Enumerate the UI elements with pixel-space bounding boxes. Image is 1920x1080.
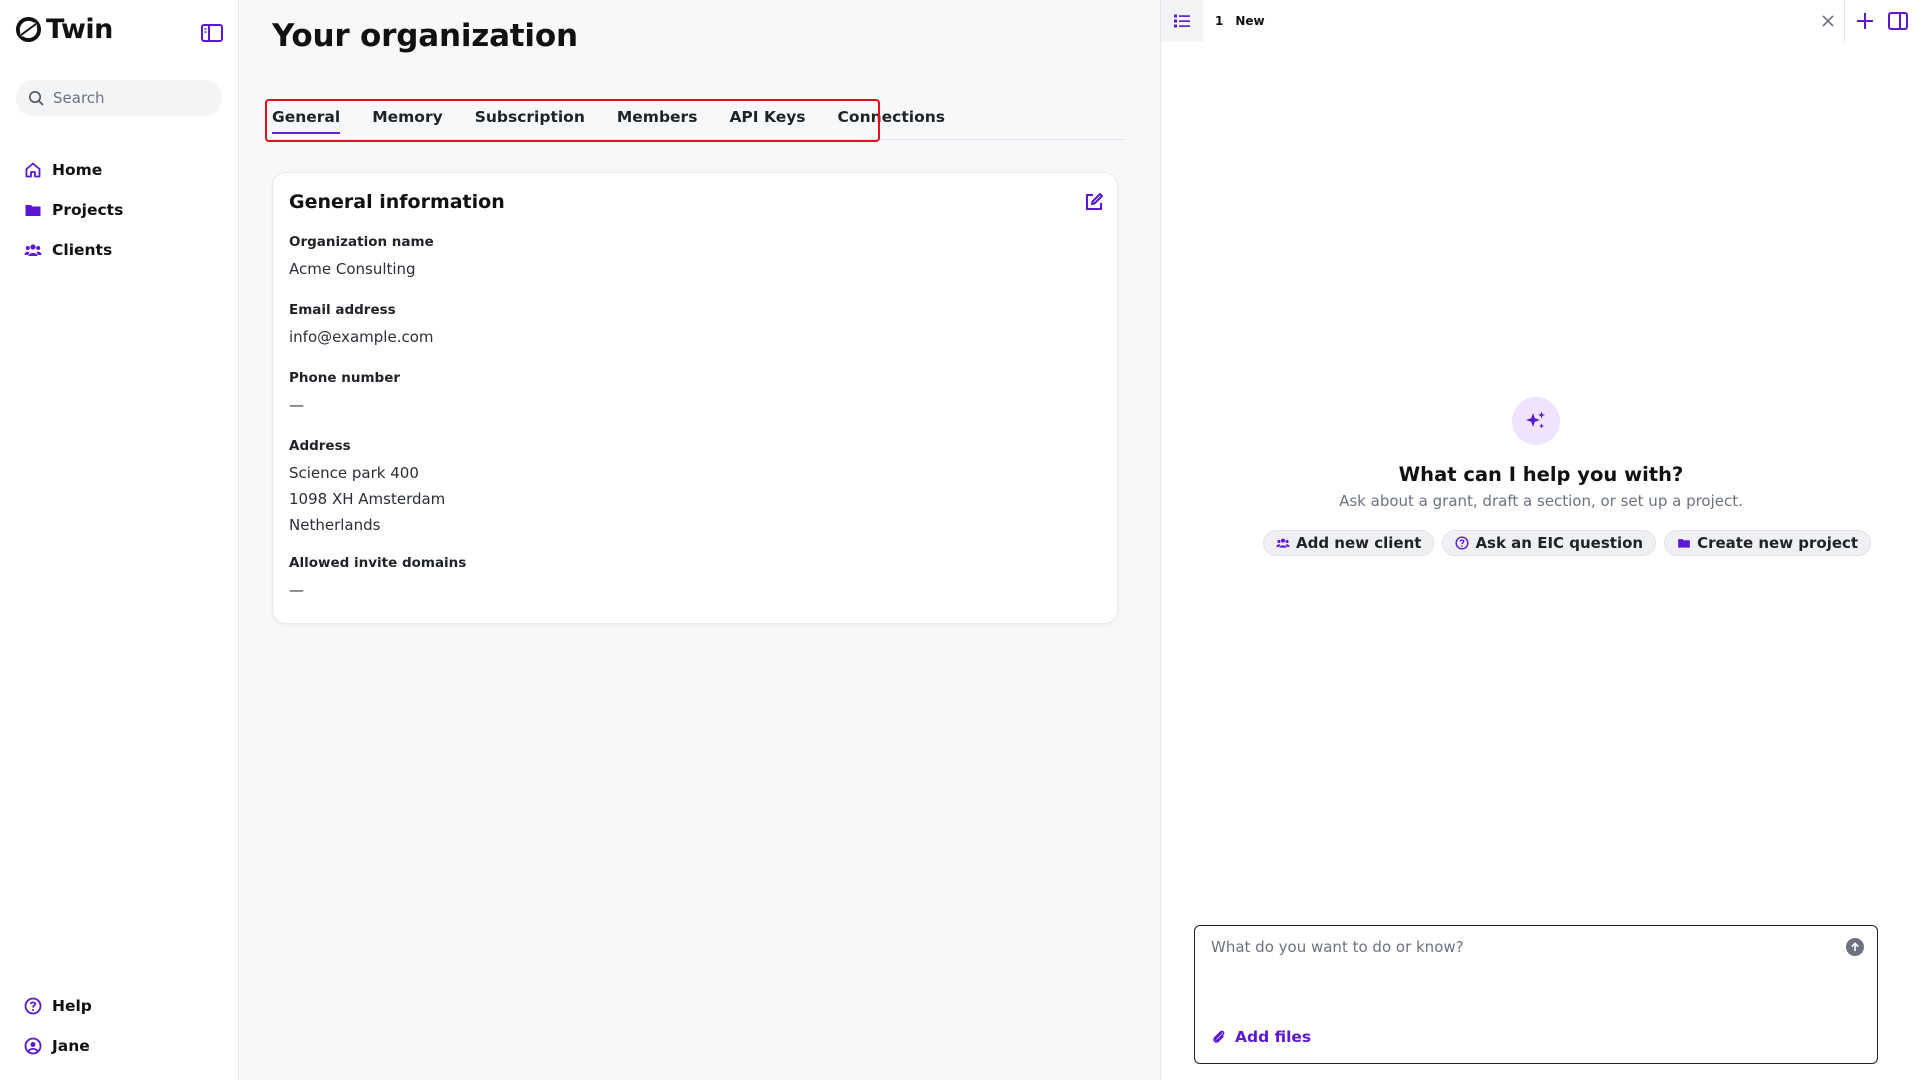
field-address: Address Science park 400 1098 XH Amsterd… [289, 438, 445, 538]
app-logo[interactable]: Twin [15, 16, 113, 43]
sidebar-item-help[interactable]: Help [24, 986, 92, 1026]
tab-general[interactable]: General [272, 100, 341, 136]
sidebar-nav: Home Projects Clients [24, 150, 123, 270]
split-panel-icon[interactable] [1887, 10, 1909, 32]
field-label: Address [289, 438, 351, 454]
arrow-up-icon [1851, 942, 1859, 951]
tab-members[interactable]: Members [617, 100, 698, 136]
paperclip-icon [1213, 1030, 1225, 1043]
address-line: Netherlands [289, 516, 381, 534]
conversation-tab[interactable]: 1 New [1215, 14, 1265, 28]
card-title: General information [289, 191, 505, 213]
search-input[interactable] [53, 89, 203, 107]
message-input[interactable] [1211, 938, 1821, 1008]
sidebar-item-projects[interactable]: Projects [24, 190, 123, 230]
folder-icon [25, 205, 41, 216]
sidebar-item-label: Help [52, 997, 92, 1015]
panel-toolbar: 1 New [1161, 0, 1920, 42]
page-title: Your organization [272, 18, 578, 54]
chip-label: Ask an EIC question [1475, 534, 1644, 552]
field-value: Acme Consulting [289, 260, 416, 278]
chip-add-new-client[interactable]: Add new client [1263, 530, 1435, 556]
tab-connections[interactable]: Connections [838, 100, 945, 136]
field-label: Email address [289, 302, 396, 318]
field-label: Allowed invite domains [289, 555, 467, 571]
tab-list: General Memory Subscription Members API … [272, 100, 977, 136]
sidebar-item-user[interactable]: Jane [24, 1026, 92, 1066]
field-value: — [289, 581, 304, 599]
field-organization-name: Organization name Acme Consulting [289, 234, 434, 282]
folder-icon [1678, 539, 1690, 548]
chip-label: Create new project [1697, 534, 1859, 552]
sidebar-item-label: Clients [52, 241, 113, 259]
sidebar: Twin Home Projects [0, 0, 239, 1080]
chip-ask-eic-question[interactable]: Ask an EIC question [1442, 530, 1657, 556]
assistant-heading: What can I help you with? [1398, 463, 1684, 486]
conversation-list-button[interactable] [1161, 0, 1203, 42]
address-lines: Science park 400 1098 XH Amsterdam Nethe… [289, 460, 445, 538]
sparkles-icon [1512, 397, 1560, 445]
suggestion-chips: Add new client Ask an EIC question Creat… [1263, 530, 1872, 556]
main-content: Your organization General Memory Subscri… [240, 0, 1160, 1080]
address-line: 1098 XH Amsterdam [289, 490, 446, 508]
tab-subscription[interactable]: Subscription [475, 100, 585, 136]
add-files-button[interactable]: Add files [1211, 1028, 1311, 1046]
send-button[interactable] [1846, 938, 1864, 956]
assistant-subheading: Ask about a grant, draft a section, or s… [1339, 492, 1743, 510]
help-icon [24, 997, 42, 1015]
search-box[interactable] [16, 80, 222, 116]
user-icon [24, 1037, 42, 1055]
sidebar-item-label: Jane [52, 1037, 90, 1055]
general-info-card: General information Organization name Ac… [272, 172, 1118, 624]
sidebar-item-label: Home [52, 161, 103, 179]
home-icon [25, 162, 41, 178]
assistant-panel: 1 New What can I help you with? Ask abou… [1160, 0, 1920, 1080]
conversation-tab-label: New [1235, 14, 1265, 28]
plus-icon[interactable] [1853, 9, 1877, 33]
question-icon [1455, 536, 1469, 550]
twin-logo-icon [15, 16, 42, 43]
message-composer: Add files [1194, 925, 1878, 1064]
close-icon[interactable] [1819, 12, 1837, 30]
add-files-label: Add files [1235, 1028, 1312, 1046]
tab-api-keys[interactable]: API Keys [729, 100, 805, 136]
sidebar-item-home[interactable]: Home [24, 150, 123, 190]
edit-icon[interactable] [1083, 191, 1105, 213]
tab-memory[interactable]: Memory [372, 100, 442, 136]
address-line: Science park 400 [289, 464, 419, 482]
field-label: Phone number [289, 370, 401, 386]
users-icon [1276, 538, 1290, 548]
field-email: Email address info@example.com [289, 302, 434, 350]
field-value: info@example.com [289, 328, 434, 346]
field-invite-domains: Allowed invite domains — [289, 555, 466, 603]
sidebar-toggle-icon[interactable] [200, 22, 224, 44]
tabs-bar: General Memory Subscription Members API … [272, 98, 1126, 140]
field-value: — [289, 396, 304, 414]
list-icon [1174, 14, 1190, 28]
sidebar-item-clients[interactable]: Clients [24, 230, 123, 270]
field-phone: Phone number — [289, 370, 400, 418]
sidebar-item-label: Projects [52, 201, 124, 219]
users-icon [24, 244, 42, 256]
chip-label: Add new client [1296, 534, 1422, 552]
sidebar-bottom: Help Jane [24, 986, 92, 1066]
toolbar-divider [1844, 0, 1845, 42]
app-name: Twin [46, 14, 113, 45]
conversation-tab-index: 1 [1215, 14, 1224, 28]
chip-create-new-project[interactable]: Create new project [1664, 530, 1872, 556]
search-icon [29, 91, 44, 106]
field-label: Organization name [289, 234, 434, 250]
